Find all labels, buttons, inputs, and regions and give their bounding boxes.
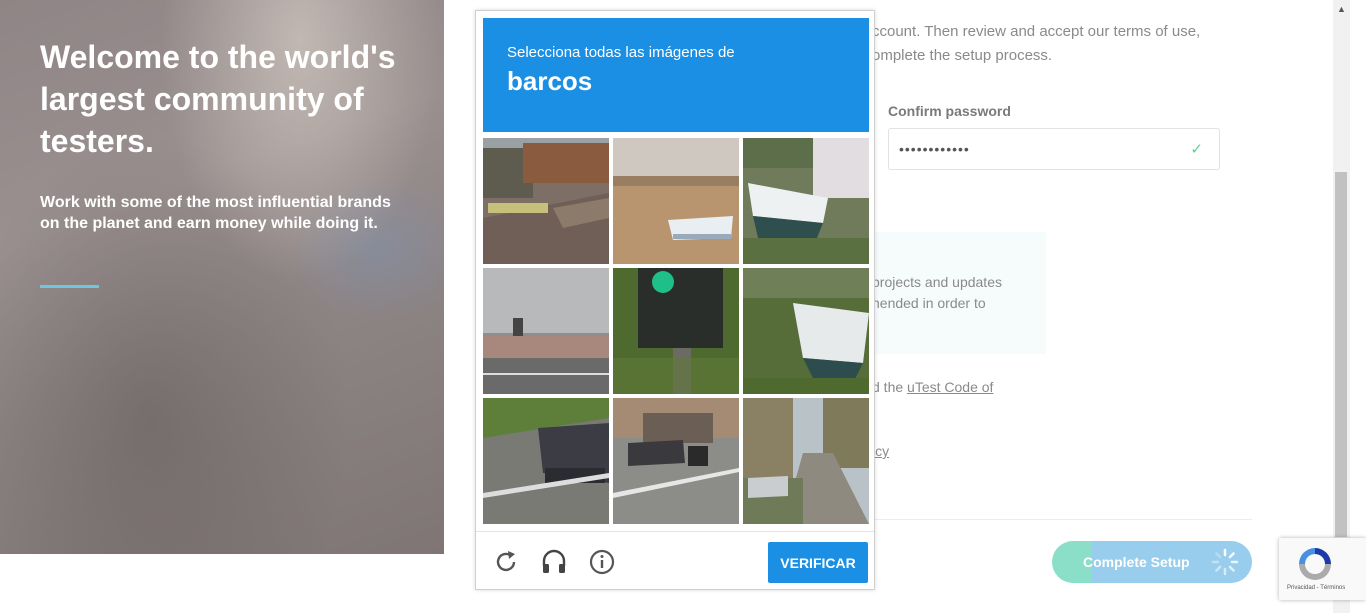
coc-prefix: d the	[872, 379, 908, 395]
captcha-tile-street-trees[interactable]	[743, 398, 869, 524]
captcha-header: Selecciona todas las imágenes de barcos	[483, 18, 869, 132]
setup-intro-text: ccount. Then review and accept our terms…	[872, 23, 1201, 64]
hero-panel: Welcome to the world's largest community…	[0, 0, 444, 554]
captcha-tile-boat-grass[interactable]	[743, 268, 869, 394]
loading-spinner-icon	[1211, 548, 1239, 576]
captcha-tile-boat-yard[interactable]	[743, 138, 869, 264]
captcha-tile-boat-field[interactable]	[613, 138, 739, 264]
captcha-instruction: Selecciona todas las imágenes de	[507, 44, 735, 61]
captcha-tile-street-bikes[interactable]	[483, 138, 609, 264]
code-of-conduct-link[interactable]: uTest Code of	[907, 379, 993, 395]
captcha-challenge: Selecciona todas las imágenes de barcos	[475, 10, 875, 590]
info-box-text: projects and updates nended in order to	[872, 274, 1002, 311]
captcha-tile-traffic-light[interactable]	[613, 268, 739, 394]
info-icon[interactable]	[588, 548, 616, 576]
page-scrollbar[interactable]: ▲	[1333, 0, 1350, 613]
scroll-up-icon[interactable]: ▲	[1337, 4, 1346, 14]
captcha-tile-parking-lot[interactable]	[483, 268, 609, 394]
info-box: projects and updates nended in order to	[868, 232, 1046, 354]
recaptcha-badge[interactable]: Privacidad - Términos	[1279, 538, 1366, 600]
recaptcha-logo-icon	[1299, 548, 1331, 580]
check-icon: ✓	[1190, 141, 1203, 158]
hero-title: Welcome to the world's largest community…	[40, 39, 396, 159]
confirm-password-label: Confirm password	[888, 103, 1011, 119]
confirm-password-field[interactable]: •••••••••••• ✓	[888, 128, 1220, 170]
headphones-icon[interactable]	[540, 548, 568, 576]
captcha-image-grid	[483, 138, 869, 524]
verify-button[interactable]: VERIFICAR	[768, 542, 868, 583]
captcha-footer: VERIFICAR	[476, 531, 874, 590]
password-mask: ••••••••••••	[899, 141, 970, 157]
scrollbar-thumb[interactable]	[1335, 172, 1347, 537]
reload-icon[interactable]	[492, 548, 520, 576]
code-of-conduct-text: d the uTest Code of	[872, 379, 993, 395]
form-divider	[872, 519, 1252, 520]
accent-divider	[40, 285, 99, 288]
captcha-target: barcos	[507, 66, 593, 96]
recaptcha-terms[interactable]: Privacidad - Términos	[1287, 585, 1345, 591]
captcha-tile-car-alley[interactable]	[613, 398, 739, 524]
captcha-tile-car-parked[interactable]	[483, 398, 609, 524]
hero-subtitle: Work with some of the most influential b…	[40, 194, 391, 232]
